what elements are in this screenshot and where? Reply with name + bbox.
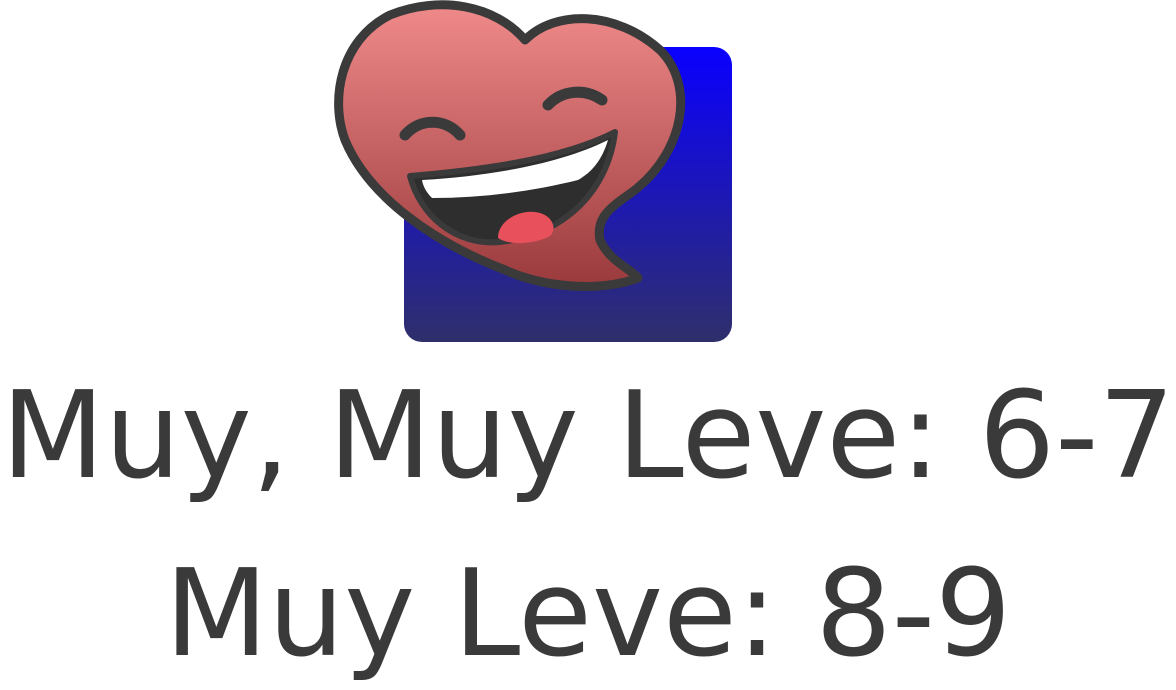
laughing-heart-illustration	[330, 0, 740, 350]
laughing-heart-icon	[334, 0, 732, 342]
severity-line-very-mild: Muy Leve: 8-9	[164, 545, 1012, 684]
page: { "illustration": { "icon": "laughing-he…	[0, 0, 1176, 688]
severity-line-very-very-mild: Muy, Muy Leve: 6-7	[1, 367, 1175, 506]
